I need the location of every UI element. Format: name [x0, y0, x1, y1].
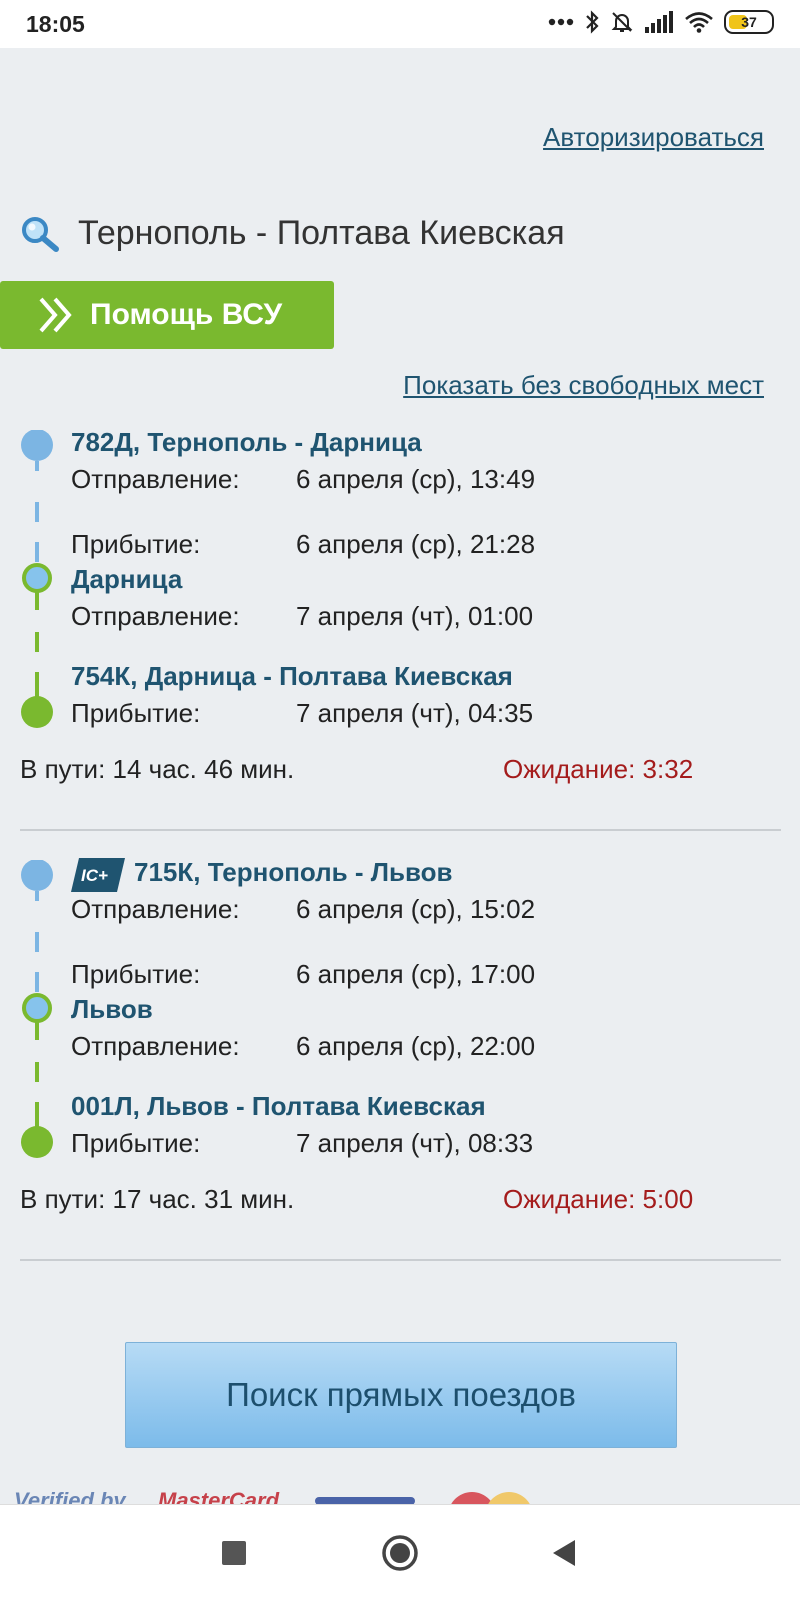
battery-icon: 37: [724, 10, 774, 34]
departure-time: 6 апреля (ср), 22:00: [296, 1031, 536, 1061]
timeline-icon: [21, 860, 53, 1158]
train-name[interactable]: 001Л, Львов - Полтава Киевская: [71, 1091, 486, 1122]
train-name[interactable]: 754К, Дарница - Полтава Киевская: [71, 661, 513, 692]
train-name[interactable]: 782Д, Тернополь - Дарница: [71, 427, 422, 458]
divider: [20, 829, 781, 831]
help-button[interactable]: Помощь ВСУ: [0, 281, 334, 349]
timeline-icon: [21, 430, 53, 728]
travel-duration: В пути: 17 час. 31 мин.: [20, 1184, 295, 1214]
recent-apps-button[interactable]: [194, 1505, 274, 1600]
recent-apps-icon: [222, 1541, 246, 1565]
intercity-badge-icon: IC+: [71, 858, 125, 892]
route-title: Тернополь - Полтава Киевская: [78, 214, 565, 252]
navigation-bar: [0, 1504, 800, 1600]
arrival-label: Прибытие:: [71, 698, 201, 728]
departure-label: Отправление:: [71, 894, 240, 924]
departure-time: 7 апреля (чт), 01:00: [296, 601, 534, 631]
home-icon: [382, 1535, 418, 1571]
status-time: 18:05: [26, 11, 85, 37]
transfer-station: Львов: [71, 994, 153, 1024]
divider: [20, 1259, 781, 1261]
departure-time: 6 апреля (ср), 13:49: [296, 464, 536, 494]
transfer-station: Дарница: [71, 564, 183, 594]
route-heading: Тернополь - Полтава Киевская: [20, 214, 565, 253]
arrival-time: 6 апреля (ср), 17:00: [296, 959, 536, 989]
search-icon: [22, 216, 59, 252]
back-button[interactable]: [524, 1505, 604, 1600]
train-name[interactable]: 715К, Тернополь - Львов: [134, 857, 453, 888]
arrival-time: 7 апреля (чт), 04:35: [296, 698, 534, 728]
arrival-label: Прибытие:: [71, 529, 201, 559]
status-icons: 37: [548, 10, 774, 34]
arrival-time: 7 апреля (чт), 08:33: [296, 1128, 534, 1158]
wifi-icon: [685, 12, 713, 33]
arrival-label: Прибытие:: [71, 1128, 201, 1158]
auth-link[interactable]: Авторизироваться: [543, 122, 764, 153]
mastercard-logo: MasterCard: [158, 1488, 280, 1504]
departure-label: Отправление:: [71, 601, 240, 631]
intercity-badge-label: IC+: [81, 866, 108, 885]
home-button[interactable]: [360, 1505, 440, 1600]
search-direct-trains-label: Поиск прямых поездов: [226, 1376, 576, 1413]
show-without-seats-link[interactable]: Показать без свободных мест: [403, 370, 764, 401]
travel-duration: В пути: 14 час. 46 мин.: [20, 754, 295, 784]
dots-icon: [548, 18, 574, 26]
mute-bell-icon: [611, 12, 633, 32]
back-icon: [553, 1540, 575, 1566]
search-direct-trains-button[interactable]: Поиск прямых поездов: [125, 1342, 677, 1448]
departure-label: Отправление:: [71, 464, 240, 494]
departure-label: Отправление:: [71, 1031, 240, 1061]
verified-by-visa-logo: Verified by: [14, 1488, 126, 1504]
status-bar: 18:05 37: [0, 0, 800, 48]
battery-level: 37: [741, 14, 757, 30]
arrival-time: 6 апреля (ср), 21:28: [296, 529, 536, 559]
maestro-logo-icon: [485, 1492, 533, 1504]
arrival-label: Прибытие:: [71, 959, 201, 989]
double-chevron-icon: [39, 297, 72, 333]
wait-time: Ожидание: 3:32: [503, 754, 694, 784]
signal-icon: [645, 11, 673, 33]
visa-logo: [315, 1497, 415, 1504]
wait-time: Ожидание: 5:00: [503, 1184, 694, 1214]
payment-logos: Verified by MasterCard: [0, 1484, 800, 1504]
help-button-label: Помощь ВСУ: [90, 298, 283, 331]
bluetooth-icon: [586, 10, 599, 34]
departure-time: 6 апреля (ср), 15:02: [296, 894, 536, 924]
